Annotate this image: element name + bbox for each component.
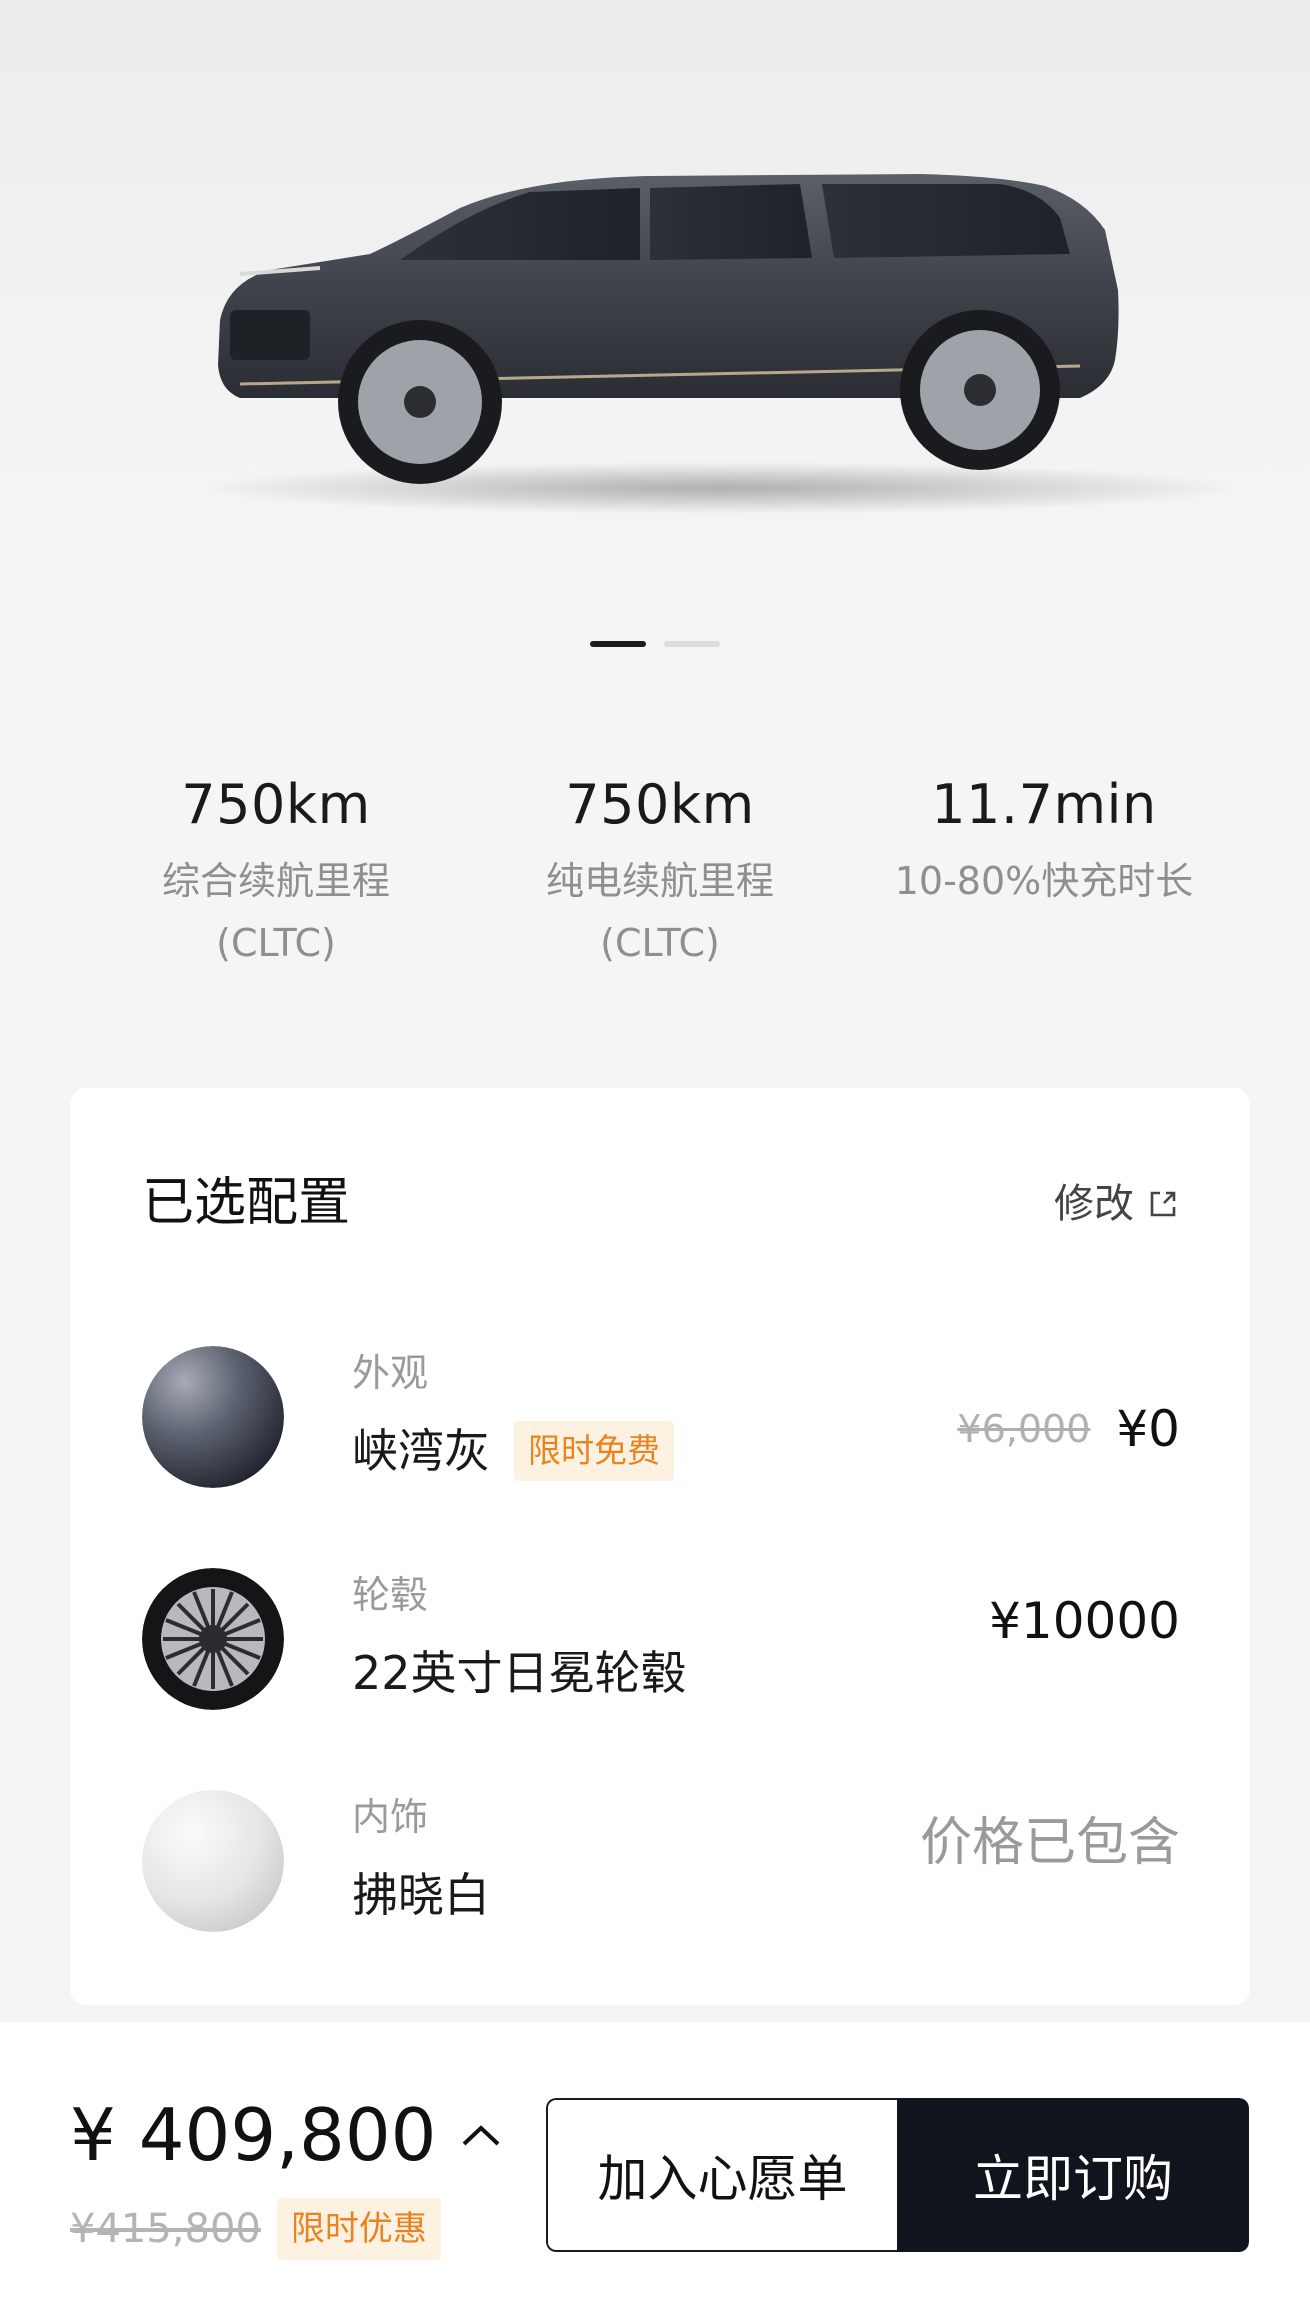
config-category: 外观 [352, 1351, 429, 1395]
car-image [200, 174, 1240, 514]
config-price-value: ¥0 [1116, 1400, 1180, 1458]
config-category: 内饰 [352, 1795, 429, 1839]
spec-summary: 750km 综合续航里程 (CLTC) 750km 纯电续航里程 (CLTC) … [0, 770, 1310, 1000]
config-item-name: 峡湾灰 [352, 1424, 490, 1478]
spec-value: 750km [565, 773, 755, 836]
config-category: 轮毂 [352, 1573, 429, 1617]
spec-range-electric: 750km 纯电续航里程 (CLTC) [468, 770, 852, 974]
carousel-dot-2[interactable] [664, 641, 720, 647]
spec-value: 11.7min [931, 773, 1157, 836]
config-price: 价格已包含 [920, 1810, 1180, 1876]
external-edit-icon [1150, 1191, 1176, 1217]
config-price: ¥6,000 ¥0 [957, 1396, 1180, 1462]
exterior-color-swatch [142, 1346, 284, 1488]
hero-carousel[interactable] [0, 0, 1310, 700]
bottom-order-bar: ¥ 409,800 ¥415,800 限时优惠 加入心愿单 立即订购 [0, 2022, 1310, 2315]
wheel-thumbnail [142, 1568, 284, 1710]
config-item: 峡湾灰 限时免费 [352, 1418, 674, 1484]
config-price: ¥10000 [989, 1588, 1180, 1654]
spec-label: 综合续航里程 (CLTC) [161, 859, 390, 965]
config-item-name: 拂晓白 [352, 1868, 490, 1922]
add-to-wishlist-button[interactable]: 加入心愿单 [546, 2098, 897, 2252]
total-price-toggle[interactable]: ¥ 409,800 [70, 2090, 502, 2180]
config-title: 已选配置 [142, 1173, 351, 1233]
carousel-dot-1[interactable] [590, 641, 646, 647]
original-price: ¥415,800 [70, 2206, 261, 2252]
edit-config-button[interactable]: 修改 [1054, 1174, 1180, 1234]
free-badge: 限时免费 [514, 1421, 674, 1481]
chevron-up-icon [463, 2125, 500, 2146]
config-row-exterior: 外观 峡湾灰 限时免费 ¥6,000 ¥0 [70, 1346, 1250, 1496]
spec-label: 10-80%快充时长 [894, 859, 1194, 903]
selected-config-card: 已选配置 修改 外观 峡湾灰 限时免费 ¥6,000 ¥0 轮毂 22英寸日冕轮… [70, 1088, 1250, 2005]
total-price: ¥ 409,800 [70, 2093, 437, 2177]
config-old-price: ¥6,000 [957, 1407, 1091, 1451]
config-row-interior: 内饰 拂晓白 价格已包含 [70, 1790, 1250, 1940]
spec-label: 纯电续航里程 (CLTC) [545, 859, 774, 965]
spec-range-combined: 750km 综合续航里程 (CLTC) [84, 770, 468, 974]
original-price-line: ¥415,800 限时优惠 [70, 2198, 441, 2260]
interior-color-swatch [142, 1790, 284, 1932]
order-now-button[interactable]: 立即订购 [897, 2098, 1249, 2252]
discount-badge: 限时优惠 [276, 2198, 441, 2260]
config-price-value: ¥10000 [989, 1592, 1180, 1650]
spec-charge-time: 11.7min 10-80%快充时长 [852, 770, 1236, 912]
config-price-value: 价格已包含 [919, 1813, 1180, 1873]
config-item-name: 22英寸日冕轮毂 [352, 1646, 687, 1700]
spec-value: 750km [181, 773, 371, 836]
carousel-indicator[interactable] [590, 641, 720, 647]
config-item: 22英寸日冕轮毂 [352, 1640, 687, 1706]
config-item: 拂晓白 [352, 1862, 490, 1928]
config-row-wheels: 轮毂 22英寸日冕轮毂 ¥10000 [70, 1568, 1250, 1718]
edit-label: 修改 [1054, 1181, 1134, 1227]
action-buttons: 加入心愿单 立即订购 [546, 2098, 1249, 2252]
